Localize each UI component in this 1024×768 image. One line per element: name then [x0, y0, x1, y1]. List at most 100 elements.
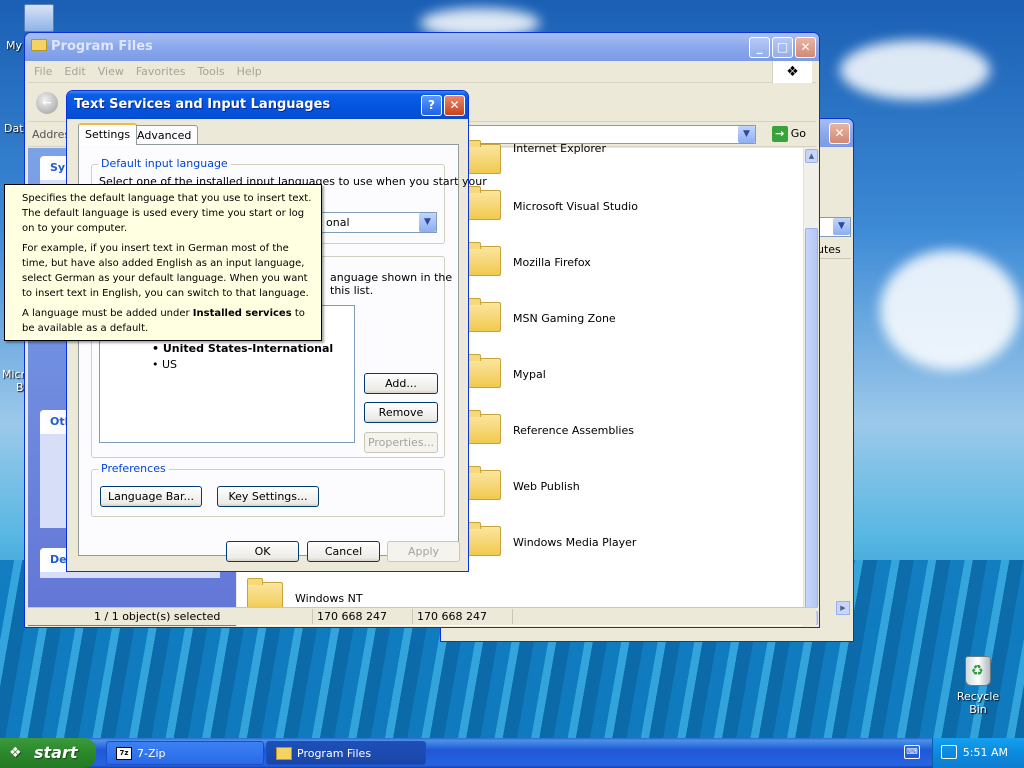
status-separator [412, 609, 413, 624]
installed-description-line2: this list. [330, 284, 374, 297]
taskbar-item-label: Program Files [297, 747, 372, 760]
taskbar: ❖ start 7z 7-Zip Program Files ⌨ 5:51 AM [0, 738, 1024, 768]
desktop-label-my: My [6, 39, 23, 52]
go-label: Go [790, 127, 806, 140]
recycle-bin-icon [965, 656, 991, 686]
chevron-down-icon[interactable]: ▼ [833, 218, 850, 235]
maximize-icon[interactable]: □ [772, 37, 793, 58]
cancel-button[interactable]: Cancel [307, 541, 380, 562]
ok-button[interactable]: OK [226, 541, 299, 562]
help-button[interactable]: ? [421, 95, 442, 116]
cloud [840, 40, 990, 100]
status-separator [312, 609, 313, 624]
list-item[interactable]: • United States-International [152, 342, 333, 355]
taskbar-item-7zip[interactable]: 7z 7-Zip [106, 741, 264, 765]
column-header[interactable]: utes [817, 243, 851, 259]
tooltip-text: A language must be added under [22, 308, 193, 319]
chevron-down-icon[interactable]: ▼ [419, 213, 436, 232]
folder-label: Internet Explorer [513, 142, 606, 155]
vertical-scrollbar[interactable]: ▲ ▼ [803, 148, 818, 626]
folder-icon [465, 410, 501, 444]
list-item-label: US [162, 358, 178, 371]
tooltip-paragraph: Specifies the default language that you … [22, 193, 312, 234]
taskbar-item-program-files[interactable]: Program Files [266, 741, 426, 765]
menu-file[interactable]: File [28, 61, 58, 78]
recycle-bin[interactable]: Recycle Bin [948, 656, 1008, 716]
minimize-icon[interactable]: _ [749, 37, 770, 58]
address-label: Addres [32, 128, 71, 141]
back-arrow-icon[interactable]: ← [36, 92, 58, 114]
close-icon[interactable]: ✕ [444, 95, 465, 116]
status-selected: 1 / 1 object(s) selected [94, 610, 221, 623]
folder-icon [465, 522, 501, 556]
tab-settings[interactable]: Settings [78, 123, 138, 145]
status-separator [512, 609, 513, 624]
menu-bar: File Edit View Favorites Tools Help ❖ [28, 61, 816, 83]
apply-button[interactable]: Apply [387, 541, 460, 562]
list-item-label: United States-International [162, 342, 334, 355]
menu-help[interactable]: Help [231, 61, 268, 78]
start-label: start [34, 743, 78, 762]
folder-label: Mozilla Firefox [513, 256, 591, 269]
dialog-title: Text Services and Input Languages [74, 97, 331, 112]
go-arrow-icon: → [771, 126, 788, 142]
desktop-label-b: B [16, 381, 24, 394]
menu-view[interactable]: View [92, 61, 130, 78]
folder-icon [31, 39, 47, 51]
group-title: Default input language [98, 157, 231, 170]
network-icon[interactable] [941, 745, 957, 759]
start-button[interactable]: ❖ start [0, 738, 96, 768]
scroll-right-icon[interactable]: ▶ [836, 601, 850, 615]
taskbar-item-label: 7-Zip [137, 747, 166, 760]
tab-advanced[interactable]: Advanced [130, 125, 199, 145]
folder-label: Mypal [513, 368, 546, 381]
scroll-thumb[interactable] [805, 228, 818, 608]
menu-edit[interactable]: Edit [58, 61, 91, 78]
clock[interactable]: 5:51 AM [963, 746, 1008, 759]
folder-label: MSN Gaming Zone [513, 312, 616, 325]
close-icon[interactable]: ✕ [829, 123, 850, 144]
explorer-titlebar[interactable]: Program Files [25, 33, 819, 61]
folder-label: Reference Assemblies [513, 424, 634, 437]
folder-icon [465, 466, 501, 500]
chevron-down-icon[interactable]: ▼ [738, 126, 755, 143]
folder-icon [276, 747, 292, 760]
menu-tools[interactable]: Tools [192, 61, 231, 78]
7zip-icon: 7z [116, 747, 132, 760]
menu-favorites[interactable]: Favorites [130, 61, 192, 78]
my-computer-icon[interactable] [24, 4, 54, 32]
add-button[interactable]: Add... [364, 373, 438, 394]
properties-button[interactable]: Properties... [364, 432, 438, 453]
combo-value: onal [326, 216, 350, 229]
recycle-bin-label: Recycle Bin [956, 690, 1000, 716]
folder-label: Windows Media Player [513, 536, 637, 549]
tooltip-bold-text: Installed services [192, 308, 292, 319]
status-bar: 1 / 1 object(s) selected 170 668 247 170… [28, 607, 816, 625]
language-bar-button[interactable]: Language Bar... [100, 486, 202, 507]
cloud [880, 250, 1020, 370]
tooltip-paragraph: A language must be added under Installed… [22, 306, 313, 336]
remove-button[interactable]: Remove [364, 402, 438, 423]
system-tray: 5:51 AM [932, 738, 1024, 768]
preferences-group: Preferences Language Bar... Key Settings… [91, 462, 445, 517]
folder-icon [465, 140, 501, 174]
key-settings-button[interactable]: Key Settings... [217, 486, 319, 507]
keyboard-icon[interactable]: ⌨ [904, 745, 920, 759]
folder-label: Windows NT [295, 592, 363, 605]
address-input[interactable]: ▼ [468, 125, 756, 144]
close-icon[interactable]: ✕ [795, 37, 816, 58]
folder-icon [465, 242, 501, 276]
scroll-up-icon[interactable]: ▲ [805, 149, 818, 163]
status-size-2: 170 668 247 [417, 610, 487, 623]
list-item[interactable]: • US [152, 358, 177, 371]
go-button[interactable]: → Go [771, 126, 806, 142]
help-tooltip: Specifies the default language that you … [4, 184, 322, 341]
dialog-titlebar[interactable]: Text Services and Input Languages [67, 91, 468, 119]
folder-label: Microsoft Visual Studio [513, 200, 638, 213]
status-size-1: 170 668 247 [317, 610, 387, 623]
windows-logo-icon: ❖ [772, 61, 812, 83]
tooltip-paragraph: For example, if you insert text in Germa… [22, 243, 309, 299]
desktop-label-data: Dat [4, 122, 24, 135]
group-title: Preferences [98, 462, 169, 475]
windows-flag-icon: ❖ [9, 745, 22, 761]
